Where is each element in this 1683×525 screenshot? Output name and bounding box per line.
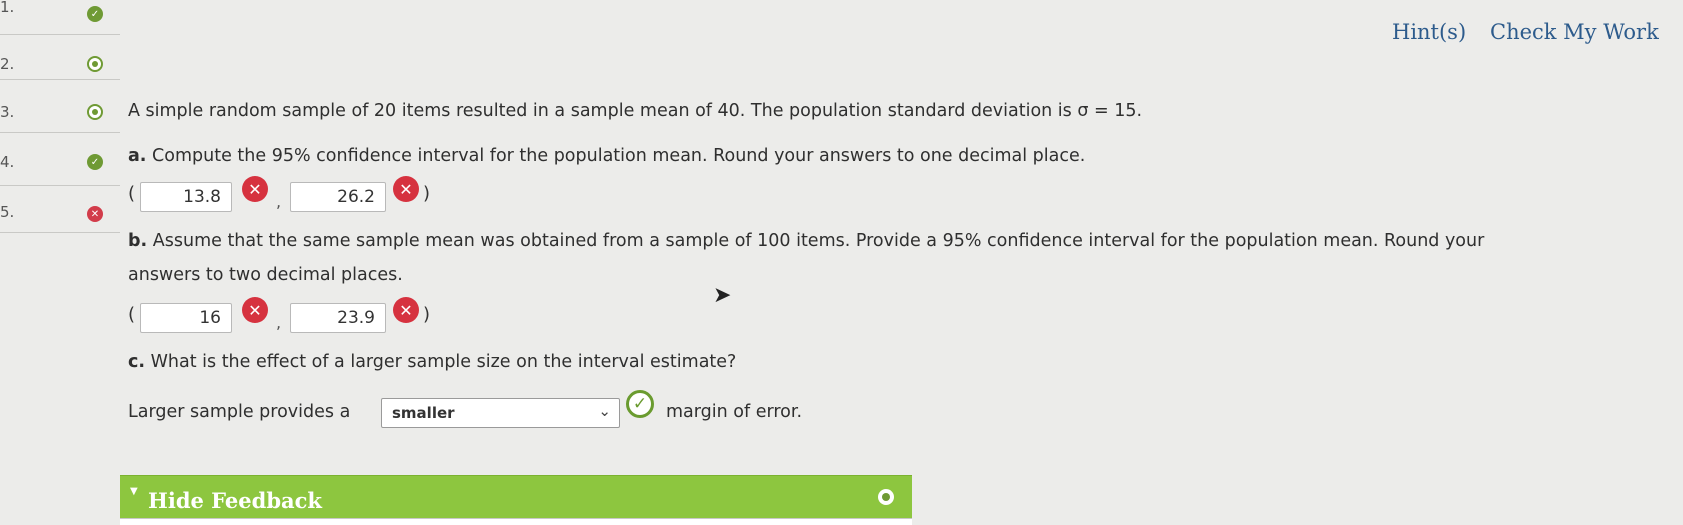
open-paren: ( [128,304,136,325]
part-b-text: Assume that the same sample mean was obt… [152,231,1485,251]
part-c-sentence-start: Larger sample provides a [128,402,351,422]
question-nav-item-5[interactable]: 5. ✕ [0,186,120,233]
incorrect-icon: ✕ [393,176,419,202]
comma: , [276,192,282,211]
incorrect-icon: ✕ [242,297,268,323]
select-value: smaller [392,404,455,422]
part-a-lower-input[interactable]: 13.8 [140,182,232,212]
correct-status-icon: ✓ [87,6,103,22]
incorrect-icon: ✕ [242,176,268,202]
open-paren: ( [128,183,136,204]
question-nav-item-2[interactable]: 2. [0,35,120,80]
check-my-work-link[interactable]: Check My Work [1490,20,1659,44]
part-c-sentence-end: margin of error. [666,402,803,422]
problem-intro: A simple random sample of 20 items resul… [128,101,1143,121]
question-number: 3. [0,103,15,121]
question-nav-item-1[interactable]: 1. ✓ [0,0,120,35]
part-a-question: a. Compute the 95% confidence interval f… [128,146,1085,166]
hints-link[interactable]: Hint(s) [1392,20,1466,44]
question-nav-item-3[interactable]: 3. [0,80,120,133]
partial-status-icon [87,104,103,120]
part-b-upper-input[interactable]: 23.9 [290,303,386,333]
partial-status-icon [87,56,103,72]
comma: , [276,313,282,332]
mouse-cursor-icon: ➤ [713,283,732,308]
part-a-text: Compute the 95% confidence interval for … [152,146,1086,166]
question-nav: 1. ✓ 2. 3. 4. ✓ 5. ✕ [0,0,120,260]
feedback-body [120,518,912,525]
hide-feedback-toggle[interactable]: Hide Feedback [148,488,322,513]
collapse-triangle-icon[interactable]: ▼ [130,486,138,497]
feedback-panel: ▼ Hide Feedback [120,475,912,525]
question-number: 1. [0,0,15,16]
part-b-label: b. [128,231,148,251]
question-number: 2. [0,55,15,73]
part-b-text-continued: answers to two decimal places. [128,265,403,285]
part-b-lower-input[interactable]: 16 [140,303,232,333]
part-c-question: c. What is the effect of a larger sample… [128,352,736,372]
margin-select[interactable]: smaller ⌄ [381,398,620,428]
part-c-label: c. [128,352,146,372]
close-paren: ) [423,183,431,204]
part-b-question: b. Assume that the same sample mean was … [128,231,1484,251]
question-number: 5. [0,203,15,221]
close-paren: ) [423,304,431,325]
question-number: 4. [0,153,15,171]
part-a-label: a. [128,146,147,166]
correct-status-icon: ✓ [87,154,103,170]
chevron-down-icon: ⌄ [598,402,611,420]
part-a-upper-input[interactable]: 26.2 [290,182,386,212]
question-nav-item-4[interactable]: 4. ✓ [0,133,120,186]
feedback-status-icon [878,489,894,505]
incorrect-icon: ✕ [393,297,419,323]
part-c-text: What is the effect of a larger sample si… [150,352,737,372]
incorrect-status-icon: ✕ [87,206,103,222]
correct-check-icon: ✓ [626,390,654,418]
